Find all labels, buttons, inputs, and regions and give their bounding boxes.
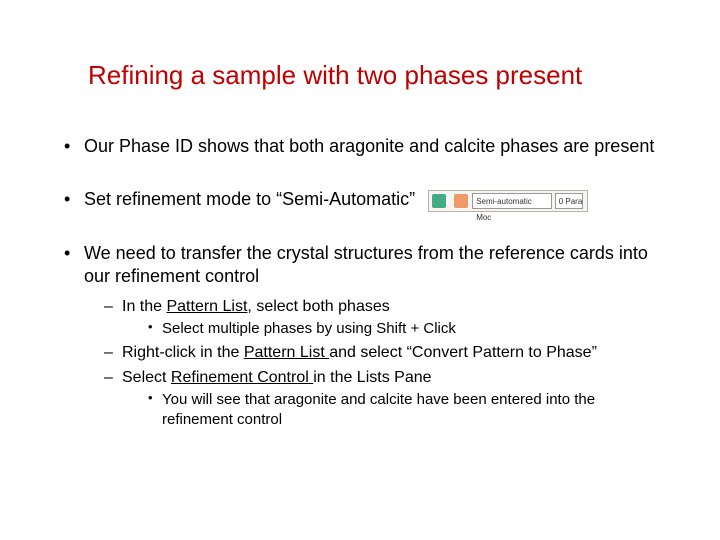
toolbar-screenshot: Semi-automatic Moc 0 Paramet — [428, 190, 588, 212]
bullet-text: Set refinement mode to “Semi-Automatic” — [84, 189, 415, 209]
sub-sub-list: You will see that aragonite and calcite … — [148, 390, 660, 429]
bullet-list: Our Phase ID shows that both aragonite a… — [60, 135, 660, 429]
bullet-refinement-mode: Set refinement mode to “Semi-Automatic” … — [60, 188, 660, 211]
sub-shift-click: Select multiple phases by using Shift + … — [148, 319, 660, 339]
mode-dropdown: Semi-automatic Moc — [472, 193, 552, 209]
text: , select both phases — [247, 298, 389, 315]
pattern-list-ref: Pattern List — [244, 344, 329, 361]
sub-select-both: In the Pattern List, select both phases … — [104, 297, 660, 339]
text: in the Lists Pane — [313, 369, 431, 386]
bullet-phase-id: Our Phase ID shows that both aragonite a… — [60, 135, 660, 158]
sub-right-click: Right-click in the Pattern List and sele… — [104, 343, 660, 364]
text: In the — [122, 298, 166, 315]
sub-list: In the Pattern List, select both phases … — [104, 297, 660, 430]
bullet-text: We need to transfer the crystal structur… — [84, 243, 648, 286]
text: Select — [122, 369, 171, 386]
pattern-list-ref: Pattern List — [166, 298, 247, 315]
text: Right-click in the — [122, 344, 244, 361]
toolbar-icon — [454, 194, 468, 208]
sub-sub-list: Select multiple phases by using Shift + … — [148, 319, 660, 339]
toolbar-icon — [432, 194, 446, 208]
sub-refinement-control: Select Refinement Control in the Lists P… — [104, 368, 660, 430]
refinement-control-ref: Refinement Control — [171, 369, 313, 386]
text: Select multiple phases by using Shift + … — [162, 320, 456, 337]
sub-entered-phases: You will see that aragonite and calcite … — [148, 390, 660, 429]
bullet-transfer-structures: We need to transfer the crystal structur… — [60, 242, 660, 430]
bullet-text: Our Phase ID shows that both aragonite a… — [84, 136, 654, 156]
slide-title: Refining a sample with two phases presen… — [88, 60, 660, 91]
param-dropdown: 0 Paramet — [555, 193, 583, 209]
slide: Refining a sample with two phases presen… — [0, 0, 720, 540]
text: You will see that aragonite and calcite … — [162, 391, 595, 428]
text: and select “Convert Pattern to Phase” — [329, 344, 597, 361]
